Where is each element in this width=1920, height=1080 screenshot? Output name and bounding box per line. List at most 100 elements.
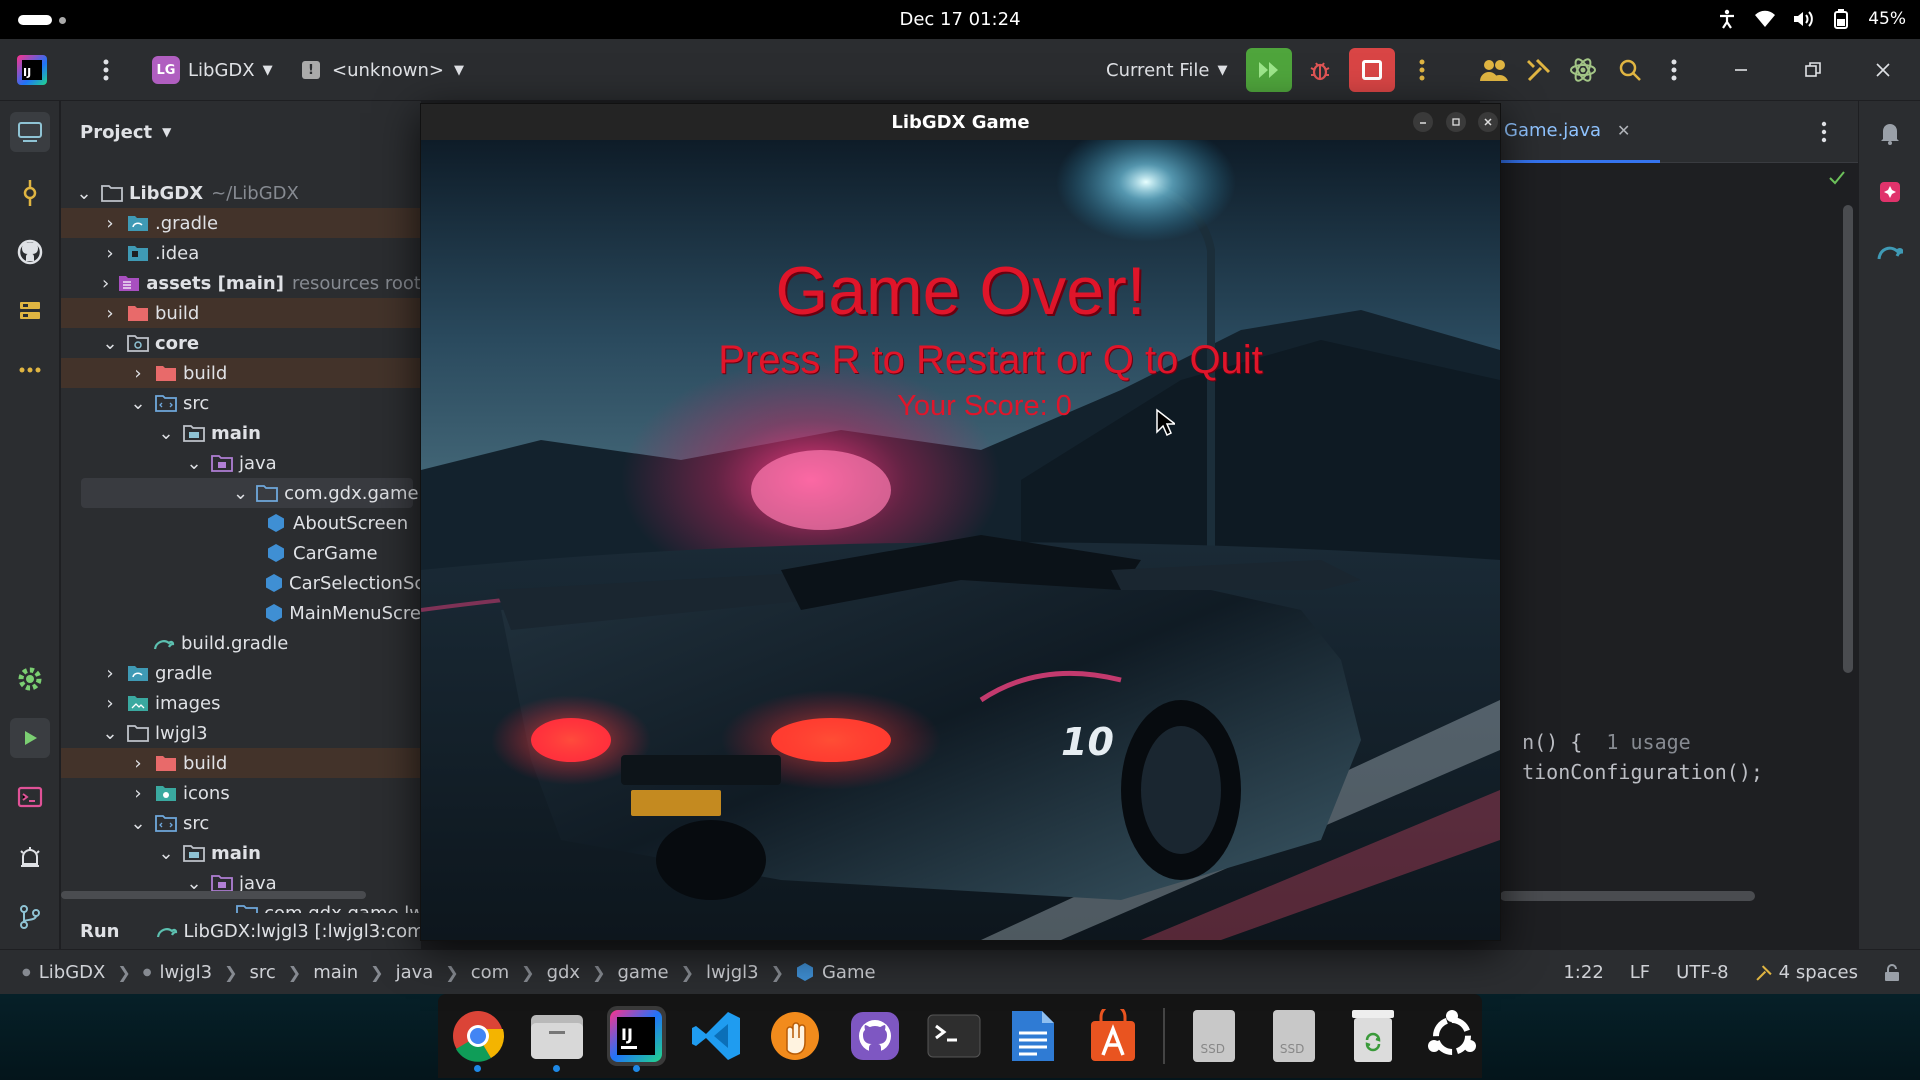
close-window-icon[interactable] (1478, 112, 1498, 132)
project-selector[interactable]: LG LibGDX ▼ (152, 39, 273, 101)
breadcrumb-item[interactable]: ● LibGDX (22, 962, 105, 983)
wifi-icon[interactable] (1754, 8, 1776, 30)
tree-row-gradle-cache[interactable]: › .gradle (61, 208, 421, 238)
tree-row-project-root[interactable]: ⌄ LibGDX ~/LibGDX (61, 178, 421, 208)
run-config-tab[interactable]: LibGDX:lwjgl3 [:lwjgl3:com.gdx.game.lwjg… (184, 921, 422, 942)
minimize-window-icon[interactable] (1732, 39, 1750, 101)
breadcrumb-item[interactable]: ● lwjgl3 (143, 962, 212, 983)
tree-row-core[interactable]: ⌄ core (61, 328, 421, 358)
build-tools-icon[interactable] (1526, 39, 1552, 101)
restore-window-icon[interactable] (1804, 39, 1822, 101)
breadcrumb-item[interactable]: lwjgl3 (706, 962, 759, 983)
close-tab-icon[interactable]: ✕ (1617, 121, 1630, 140)
indent-setting[interactable]: 4 spaces (1755, 962, 1858, 983)
problems-icon[interactable] (10, 838, 50, 878)
settings-menu-icon[interactable] (1664, 39, 1684, 101)
tree-row-core-build[interactable]: › build (61, 358, 421, 388)
lock-icon[interactable] (1884, 963, 1900, 982)
system-clock[interactable]: Dec 17 01:24 (0, 9, 1920, 30)
stop-button[interactable] (1349, 39, 1395, 101)
services-gear-icon[interactable] (10, 659, 50, 699)
search-icon[interactable] (1618, 39, 1642, 101)
more-tools-icon[interactable] (10, 350, 50, 390)
project-panel-header[interactable]: Project ▼ (61, 101, 421, 163)
vscode-icon[interactable] (686, 1006, 745, 1066)
inspection-ok-icon[interactable] (1828, 170, 1846, 190)
code-with-me-icon[interactable] (1480, 39, 1508, 101)
code-line-configuration[interactable]: tionConfiguration(); (1498, 736, 1763, 784)
tree-row-idea[interactable]: › .idea (61, 238, 421, 268)
chevron-down-icon[interactable]: ⌄ (101, 333, 119, 354)
run-tab[interactable]: Run (80, 921, 120, 942)
terminal-icon[interactable] (924, 1006, 983, 1066)
trash-icon[interactable] (1343, 1006, 1402, 1066)
game-canvas[interactable]: 10 Game Over! Press R to Restart or Q to… (421, 140, 1500, 940)
breadcrumb-item[interactable]: com (471, 962, 509, 983)
run-config-selector[interactable]: Current File ▼ (1106, 39, 1227, 101)
tree-row-lwjgl3-src[interactable]: ⌄ src (61, 808, 421, 838)
breadcrumb-item[interactable]: game (617, 962, 668, 983)
tree-row-core-main[interactable]: ⌄ main (61, 418, 421, 448)
main-menu-icon[interactable] (96, 39, 116, 101)
chevron-down-icon[interactable]: ⌄ (101, 723, 119, 744)
files-icon[interactable] (527, 1006, 586, 1072)
maximize-window-icon[interactable] (1446, 112, 1466, 132)
ubuntu-icon[interactable] (1423, 1006, 1482, 1066)
tree-row-core-java[interactable]: ⌄ java (61, 448, 421, 478)
tree-row-lwjgl3[interactable]: ⌄ lwjgl3 (61, 718, 421, 748)
editor-horizontal-scrollbar[interactable] (1500, 891, 1755, 901)
ai-assistant-icon[interactable] (1870, 172, 1910, 212)
game-window[interactable]: LibGDX Game 10 Game Over! Press R to Res… (420, 103, 1501, 941)
github-desktop-icon[interactable] (845, 1006, 904, 1066)
chevron-right-icon[interactable]: › (129, 363, 147, 384)
rerun-button[interactable] (1246, 39, 1292, 101)
tree-row-class-carselection[interactable]: CarSelectionSc (61, 568, 421, 598)
minimize-window-icon[interactable] (1413, 112, 1433, 132)
chevron-right-icon[interactable]: › (101, 663, 119, 684)
chevron-down-icon[interactable]: ⌄ (185, 873, 203, 894)
chevron-down-icon[interactable]: ⌄ (157, 423, 175, 444)
tree-row-assets[interactable]: › assets [main] resources root (61, 268, 421, 298)
structure-icon[interactable] (10, 291, 50, 331)
editor-tab-game-java[interactable]: Game.java ✕ (1480, 101, 1660, 163)
chevron-right-icon[interactable]: › (101, 213, 119, 234)
volume-icon[interactable] (1792, 8, 1814, 30)
tree-row-lwjgl3-main[interactable]: ⌄ main (61, 838, 421, 868)
notifications-icon[interactable] (1870, 113, 1910, 153)
project-view-icon[interactable] (10, 112, 50, 152)
tree-row-build-gradle[interactable]: build.gradle (61, 628, 421, 658)
app-center-icon[interactable] (1083, 1006, 1142, 1066)
chevron-down-icon[interactable]: ⌄ (185, 453, 203, 474)
text-editor-icon[interactable] (1004, 1006, 1063, 1066)
chevron-down-icon[interactable]: ⌄ (129, 813, 147, 834)
chevron-right-icon[interactable]: › (101, 303, 119, 324)
tree-row-gradle[interactable]: › gradle (61, 658, 421, 688)
chevron-right-icon[interactable]: › (101, 273, 110, 294)
tree-row-class-mainmenu[interactable]: MainMenuScre (61, 598, 421, 628)
chevron-right-icon[interactable]: › (129, 783, 147, 804)
gradle-tool-icon[interactable] (1870, 231, 1910, 271)
tree-row-package[interactable]: ⌄ com.gdx.game (81, 478, 419, 508)
tree-row-images[interactable]: › images (61, 688, 421, 718)
tree-row-core-src[interactable]: ⌄ src (61, 388, 421, 418)
breadcrumb-item[interactable]: gdx (547, 962, 581, 983)
tree-row-icons[interactable]: › icons (61, 778, 421, 808)
chevron-down-icon[interactable]: ⌄ (213, 903, 228, 914)
git-branch-icon[interactable] (10, 897, 50, 937)
more-actions-icon[interactable] (1412, 39, 1432, 101)
tree-row-build[interactable]: › build (61, 298, 421, 328)
caret-position[interactable]: 1:22 (1563, 962, 1603, 983)
horizontal-scrollbar[interactable] (61, 891, 366, 899)
pointer-app-icon[interactable] (766, 1006, 825, 1066)
tree-row-class-about[interactable]: AboutScreen (61, 508, 421, 538)
chevron-down-icon[interactable]: ⌄ (157, 843, 175, 864)
battery-icon[interactable] (1830, 8, 1852, 30)
chrome-icon[interactable] (448, 1006, 507, 1072)
tree-row-lwjgl3-package[interactable]: ⌄ com.gdx.game.lw (61, 898, 421, 913)
chevron-right-icon[interactable]: › (101, 243, 119, 264)
commit-icon[interactable] (10, 173, 50, 213)
chevron-down-icon[interactable]: ⌄ (129, 393, 147, 414)
github-icon[interactable] (10, 232, 50, 272)
tree-row-class-cargame[interactable]: CarGame (61, 538, 421, 568)
tab-options-icon[interactable] (1820, 121, 1828, 147)
